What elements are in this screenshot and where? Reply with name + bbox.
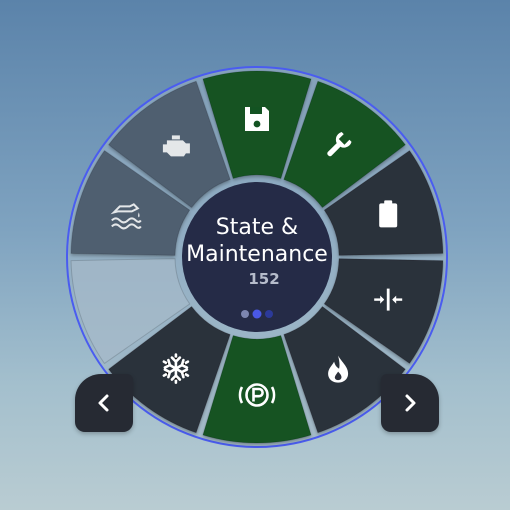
page-indicator xyxy=(241,309,273,319)
chevron-right-icon xyxy=(405,394,416,412)
battery-icon xyxy=(379,200,398,228)
center-count: 152 xyxy=(248,270,279,288)
previous-page-button[interactable] xyxy=(75,374,133,432)
chevron-left-icon xyxy=(98,394,109,412)
floppy-disk-icon xyxy=(245,107,269,131)
next-page-button[interactable] xyxy=(381,374,439,432)
radial-menu: State & Maintenance 152 xyxy=(66,66,448,448)
page-dot[interactable] xyxy=(265,310,273,318)
center-title-line-2: Maintenance xyxy=(186,242,328,267)
page-dot-active[interactable] xyxy=(252,309,262,319)
page-dot[interactable] xyxy=(241,310,249,318)
center-title-line-1: State & xyxy=(216,215,298,240)
